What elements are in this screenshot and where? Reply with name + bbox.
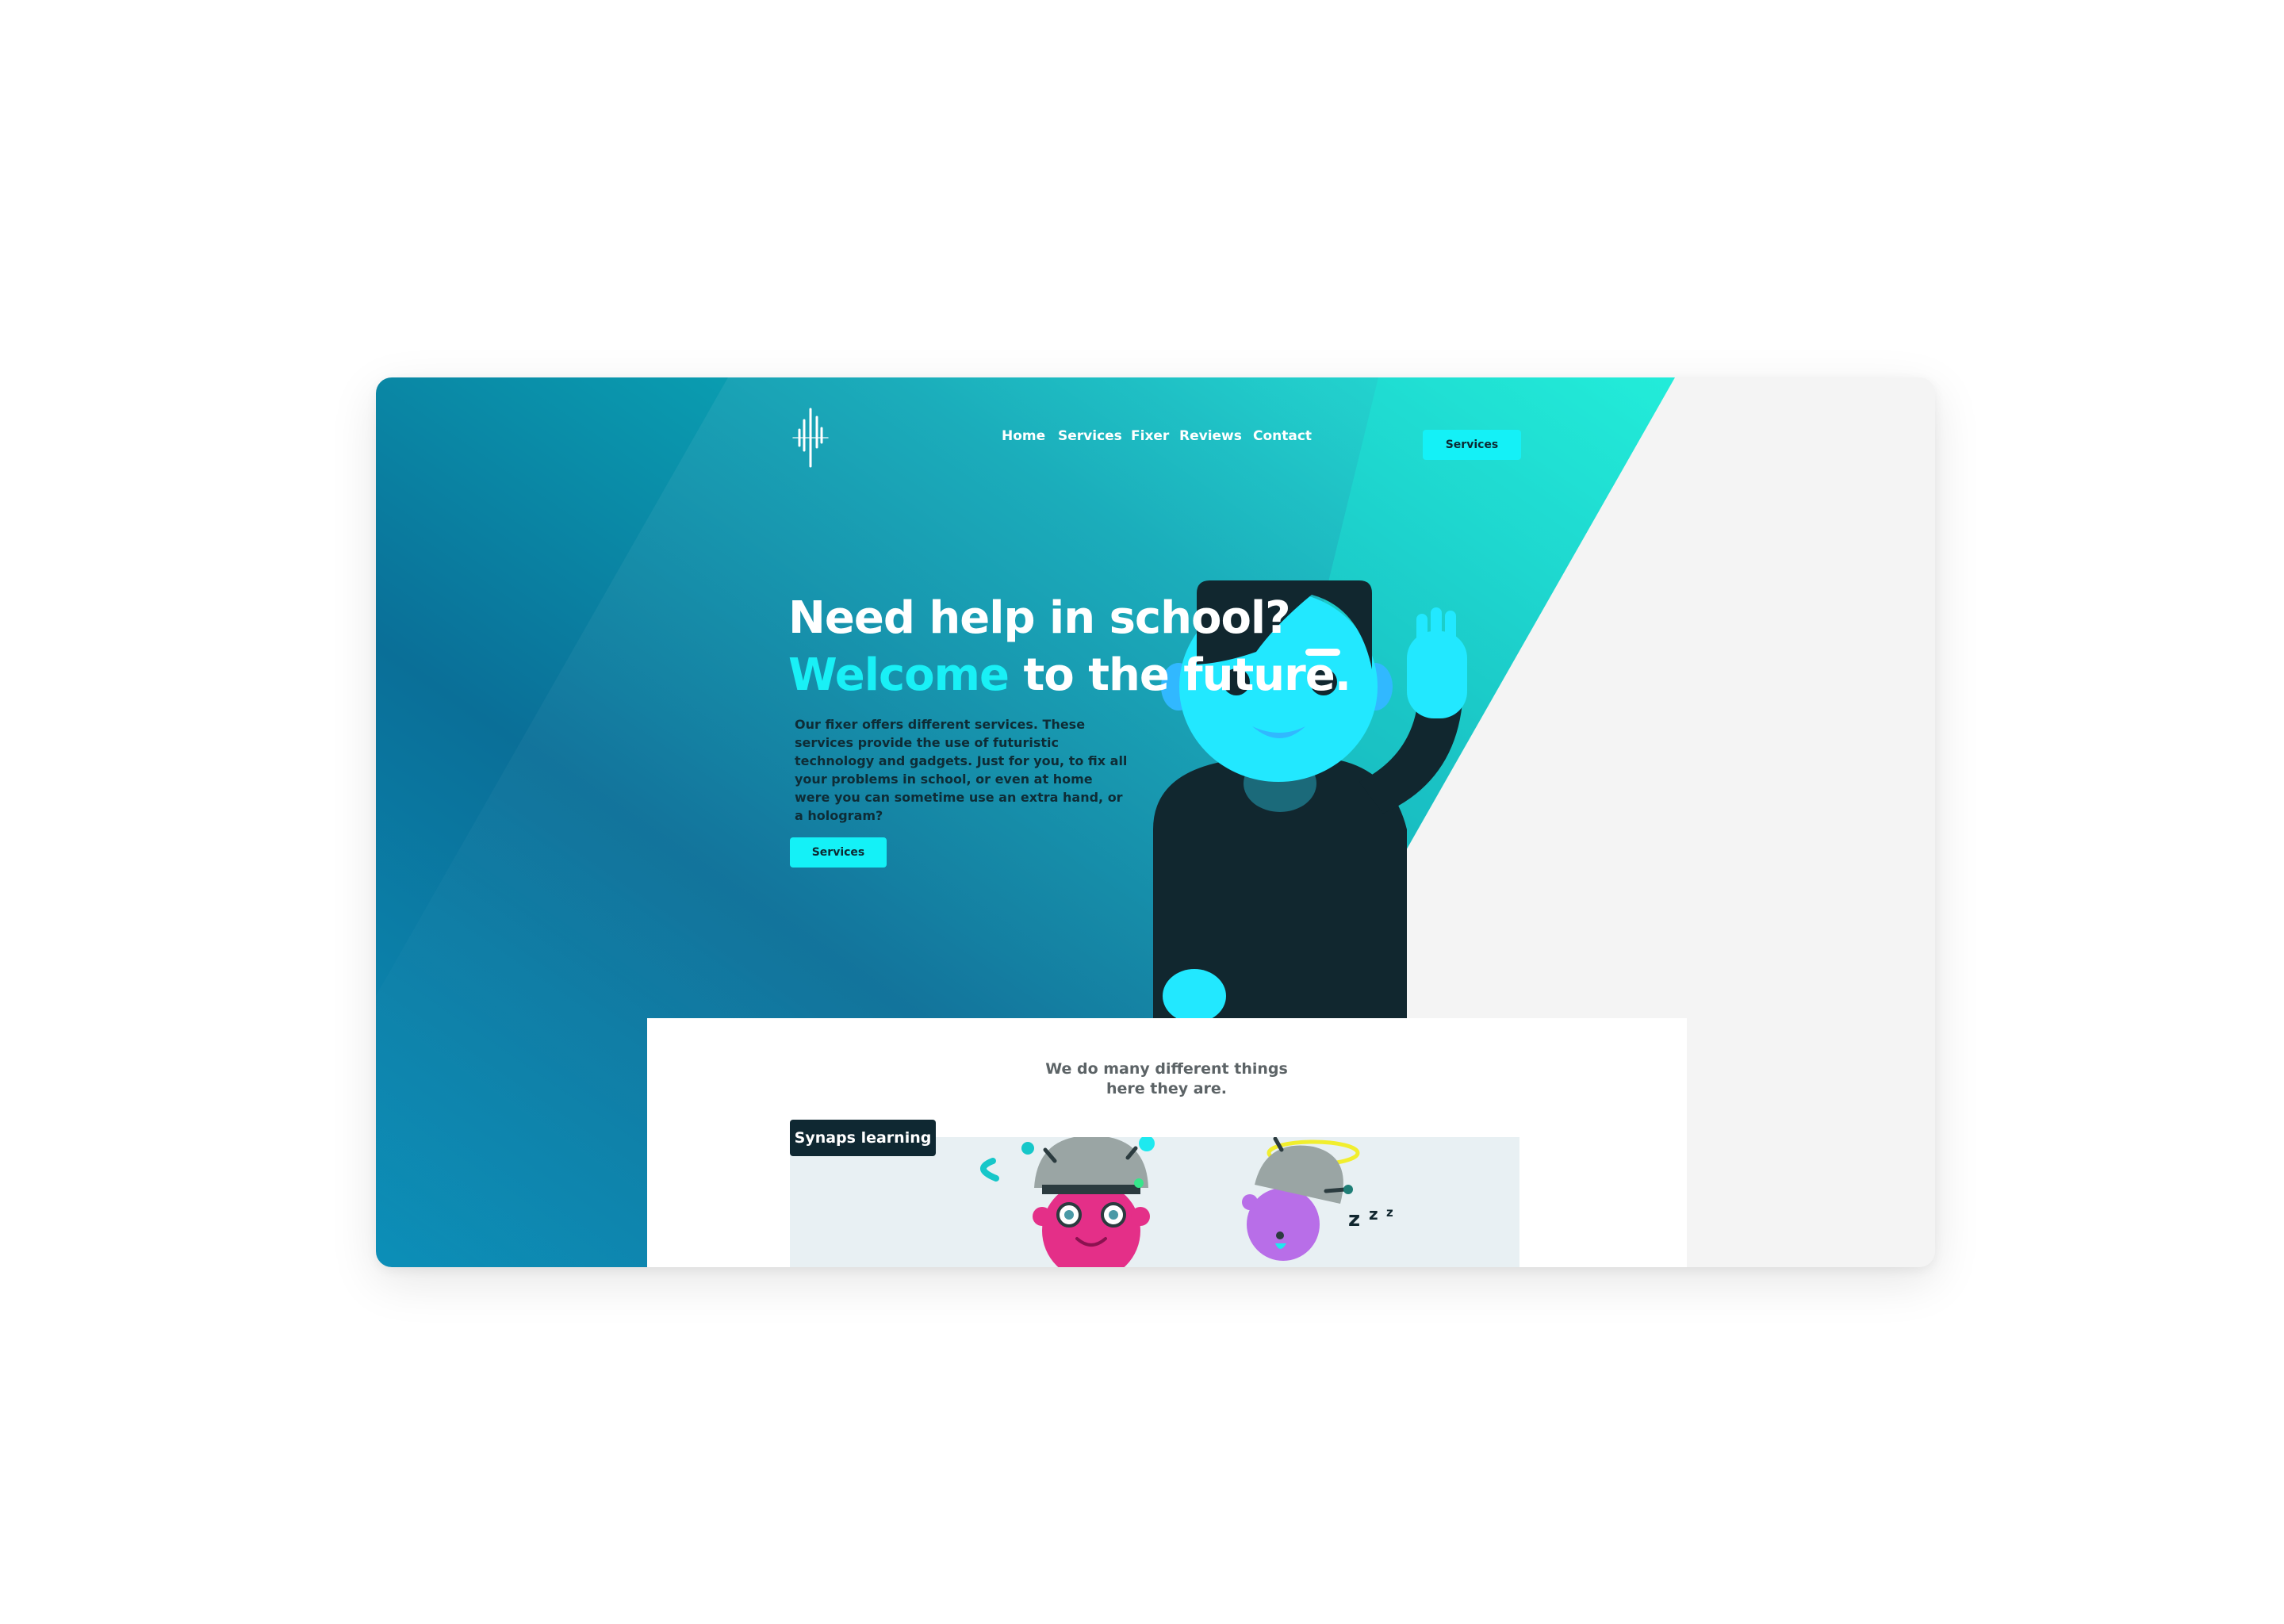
hero-title-rest: to the future. <box>1008 649 1351 701</box>
svg-text:z: z <box>1369 1205 1378 1224</box>
nav-contact[interactable]: Contact <box>1253 428 1312 444</box>
nav-fixer[interactable]: Fixer <box>1131 428 1169 444</box>
nav-reviews[interactable]: Reviews <box>1179 428 1242 444</box>
service-illustration-panel: z z z <box>790 1136 1519 1267</box>
service-tag-synaps-learning[interactable]: Synaps learning <box>790 1120 936 1156</box>
nav-home[interactable]: Home <box>1002 428 1045 444</box>
services-caption-line2: here they are. <box>1106 1080 1228 1097</box>
svg-text:z: z <box>1348 1208 1360 1231</box>
services-section: We do many different things here they ar… <box>647 1018 1687 1267</box>
hero-title: Need help in school? Welcome to the futu… <box>788 590 1351 704</box>
services-caption-line1: We do many different things <box>1045 1060 1288 1078</box>
svg-text:z: z <box>1386 1205 1393 1220</box>
hero-title-highlight: Welcome <box>788 649 1010 701</box>
hero-title-line1: Need help in school? <box>788 592 1291 644</box>
hero-services-button[interactable]: Services <box>790 837 887 868</box>
nav-services[interactable]: Services <box>1058 428 1122 444</box>
services-caption: We do many different things here they ar… <box>988 1059 1345 1099</box>
two-characters-with-helmets-illustration: z z z <box>980 1136 1393 1267</box>
hero-description: Our fixer offers different services. The… <box>795 717 1128 823</box>
browser-frame: Home Services Fixer Reviews Contact Serv… <box>376 377 1935 1267</box>
brain-wave-logo-icon[interactable] <box>779 406 842 469</box>
header-services-button[interactable]: Services <box>1423 430 1521 460</box>
